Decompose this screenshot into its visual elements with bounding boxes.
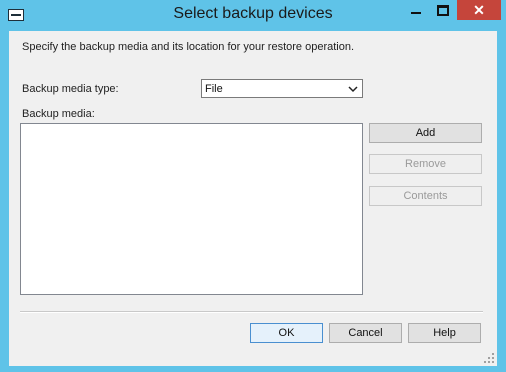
title-bar[interactable]: Select backup devices ✕ <box>0 0 506 30</box>
help-button[interactable]: Help <box>408 323 481 343</box>
cancel-button[interactable]: Cancel <box>329 323 402 343</box>
add-button[interactable]: Add <box>369 123 482 143</box>
maximize-icon <box>437 5 449 16</box>
chevron-down-icon <box>348 86 358 93</box>
contents-button[interactable]: Contents <box>369 186 482 206</box>
minimize-icon <box>411 12 421 14</box>
backup-media-type-value: File <box>205 83 223 95</box>
backup-media-type-select[interactable]: File <box>201 79 363 98</box>
backup-media-type-label: Backup media type: <box>22 83 119 95</box>
dialog-body: Specify the backup media and its locatio… <box>9 31 497 366</box>
close-icon: ✕ <box>473 2 485 18</box>
remove-button[interactable]: Remove <box>369 154 482 174</box>
backup-media-list[interactable] <box>20 123 363 295</box>
backup-media-label: Backup media: <box>22 108 95 120</box>
separator <box>20 311 483 313</box>
ok-button[interactable]: OK <box>250 323 323 343</box>
close-button[interactable]: ✕ <box>457 0 501 20</box>
dialog-description: Specify the backup media and its locatio… <box>22 41 355 53</box>
maximize-button[interactable] <box>430 0 456 20</box>
resize-grip-icon[interactable] <box>484 353 494 363</box>
minimize-button[interactable] <box>403 0 429 20</box>
